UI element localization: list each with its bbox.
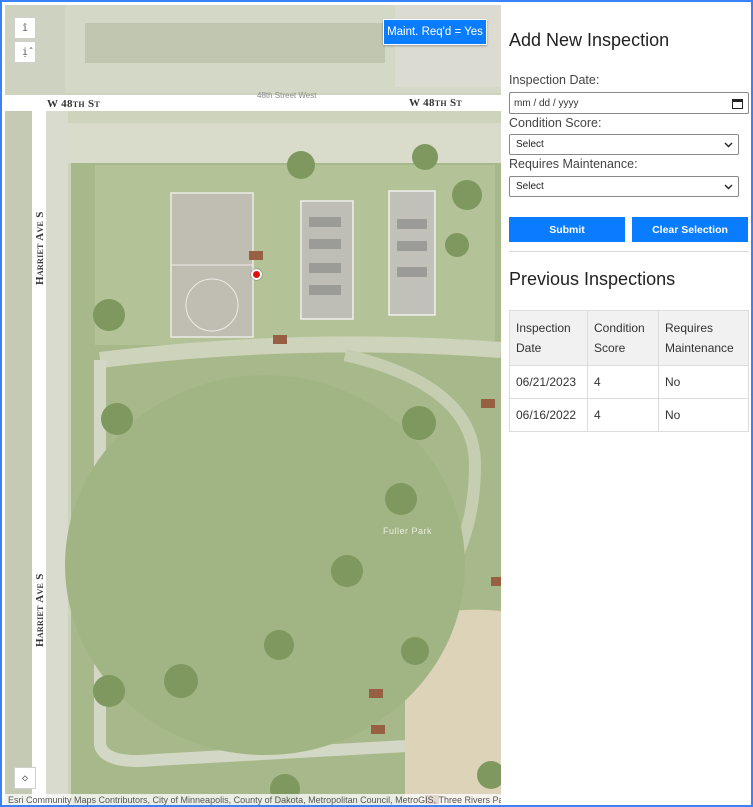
- compass-icon: ◇: [21, 772, 29, 784]
- condition-select-value: Select: [516, 139, 544, 150]
- app-frame: W 48th St W 48th St 48th Street West Har…: [0, 0, 753, 807]
- street-label-harriet-upper: Harriet Ave S: [34, 211, 46, 285]
- column-header-date: Inspection Date: [509, 310, 588, 366]
- cell-maintenance: No: [658, 365, 749, 399]
- divider: [509, 251, 749, 252]
- date-label: Inspection Date:: [509, 73, 600, 87]
- cell-date: 06/21/2023: [509, 365, 588, 399]
- zoom-in-button[interactable]: î: [14, 17, 36, 39]
- zoom-out-icon: ị̂: [21, 46, 29, 58]
- date-placeholder: mm / dd / yyyy: [514, 97, 579, 109]
- map-attribution: Esri Community Maps Contributors, City o…: [5, 794, 501, 805]
- clear-selection-button[interactable]: Clear Selection: [632, 217, 748, 242]
- filter-chip[interactable]: Maint. Req'd = Yes: [383, 19, 487, 45]
- cell-condition: 4: [587, 365, 659, 399]
- map-view[interactable]: W 48th St W 48th St 48th Street West Har…: [5, 5, 501, 805]
- cell-date: 06/16/2022: [509, 398, 588, 432]
- maintenance-select-value: Select: [516, 181, 544, 192]
- street-label-harriet-lower: Harriet Ave S: [34, 573, 46, 647]
- compass-button[interactable]: ◇: [14, 767, 36, 789]
- park-label: Fuller Park: [383, 526, 433, 536]
- street-label-w48th-left: W 48th St: [47, 98, 101, 110]
- zoom-in-icon: î: [21, 22, 29, 34]
- chevron-down-icon: [724, 184, 733, 189]
- chevron-down-icon: [724, 142, 733, 147]
- column-header-condition: Condition Score: [587, 310, 659, 366]
- requires-maintenance-select[interactable]: Select: [509, 176, 739, 197]
- cell-condition: 4: [587, 398, 659, 432]
- previous-inspections-title: Previous Inspections: [509, 269, 676, 289]
- calendar-icon[interactable]: [732, 98, 743, 109]
- maintenance-label: Requires Maintenance:: [509, 157, 638, 171]
- selected-feature-marker[interactable]: [251, 269, 262, 280]
- zoom-out-button[interactable]: ị̂: [14, 41, 36, 63]
- cell-maintenance: No: [658, 398, 749, 432]
- condition-score-select[interactable]: Select: [509, 134, 739, 155]
- column-header-maintenance: Requires Maintenance: [658, 310, 749, 366]
- panel-title: Add New Inspection: [509, 30, 670, 50]
- inspection-date-input[interactable]: mm / dd / yyyy: [509, 92, 749, 114]
- previous-inspections-table: Inspection Date Condition Score Requires…: [509, 310, 749, 432]
- table-header-row: Inspection Date Condition Score Requires…: [509, 310, 749, 366]
- condition-label: Condition Score:: [509, 116, 602, 130]
- aerial-imagery: [5, 5, 501, 805]
- street-label-faint: 48th Street West: [257, 91, 317, 100]
- table-row[interactable]: 06/21/2023 4 No: [509, 365, 749, 399]
- inspection-panel: Add New Inspection Inspection Date: mm /…: [502, 5, 751, 805]
- table-row[interactable]: 06/16/2022 4 No: [509, 398, 749, 432]
- submit-button[interactable]: Submit: [509, 217, 625, 242]
- street-label-w48th-right: W 48th St: [409, 97, 463, 109]
